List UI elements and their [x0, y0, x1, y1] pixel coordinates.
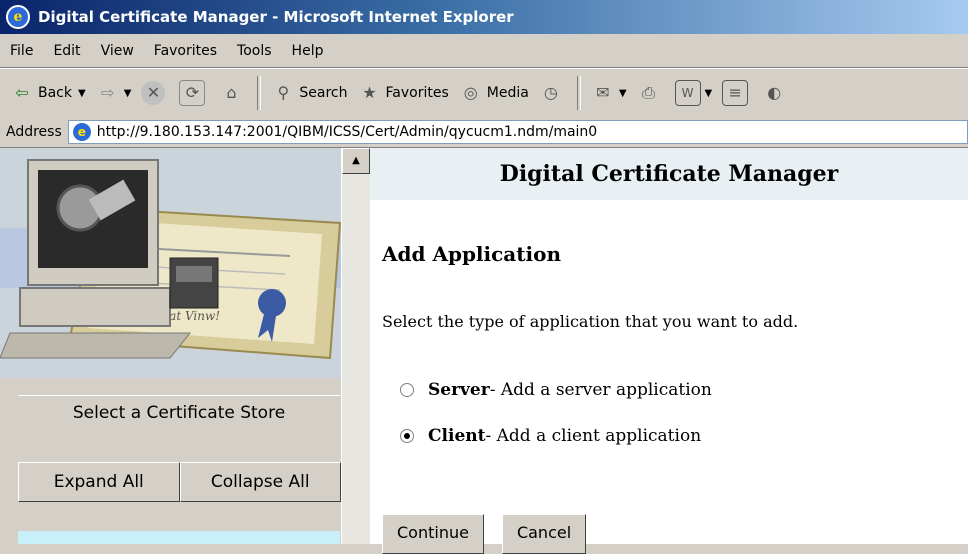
search-button[interactable]: ⚲ Search [271, 81, 348, 105]
continue-button[interactable]: Continue [382, 514, 484, 554]
menu-help[interactable]: Help [282, 43, 334, 59]
media-icon: ◎ [463, 83, 478, 102]
address-input[interactable]: e http://9.180.153.147:2001/QIBM/ICSS/Ce… [67, 120, 968, 144]
navigation-frame: Cat Vinw! Select a Certificate Store Exp… [0, 148, 342, 544]
form-actions: Continue Cancel [382, 514, 587, 554]
computer-certificate-image: Cat Vinw! [0, 148, 341, 378]
forward-dropdown-icon[interactable]: ▼ [124, 88, 132, 99]
stop-button[interactable]: ✕ [141, 81, 169, 105]
ie-icon: e [6, 5, 30, 29]
menu-view[interactable]: View [91, 43, 144, 59]
client-description: - Add a client application [485, 426, 702, 446]
forward-button[interactable]: ⇨ ▼ [96, 81, 132, 105]
search-label: Search [299, 85, 348, 101]
toolbar-separator [257, 76, 262, 110]
mail-button[interactable]: ✉ ▼ [591, 81, 627, 105]
back-button[interactable]: ⇦ Back ▼ [10, 81, 86, 105]
title-bar: e Digital Certificate Manager - Microsof… [0, 0, 968, 34]
document-icon: ≡ [722, 80, 749, 106]
back-label: Back [38, 85, 72, 101]
history-button[interactable]: ◷ [539, 81, 567, 105]
server-description: - Add a server application [489, 380, 712, 400]
page-header: Digital Certificate Manager [370, 148, 968, 200]
menu-file[interactable]: File [0, 43, 43, 59]
search-icon: ⚲ [277, 83, 290, 102]
tree-controls: Expand All Collapse All [18, 462, 341, 502]
menu-favorites[interactable]: Favorites [144, 43, 227, 59]
toolbar-separator [576, 76, 581, 110]
stop-icon: ✕ [141, 81, 166, 105]
edit-button[interactable]: W ▼ [674, 80, 713, 106]
instructions-text: Select the type of application that you … [382, 312, 799, 331]
address-bar: Address e http://9.180.153.147:2001/QIBM… [0, 117, 968, 148]
print-icon: ⎙ [642, 83, 655, 102]
cancel-button[interactable]: Cancel [501, 514, 587, 554]
mail-dropdown-icon[interactable]: ▼ [619, 88, 627, 99]
select-certificate-store-button[interactable]: Select a Certificate Store [18, 395, 340, 430]
print-button[interactable]: ⎙ [637, 81, 665, 105]
certificate-illustration: Cat Vinw! [0, 148, 341, 378]
collapse-all-button[interactable]: Collapse All [179, 462, 341, 502]
server-label: Server [428, 380, 490, 400]
nav-scrollbar[interactable]: ▲ [341, 148, 370, 544]
discuss-button[interactable]: ≡ [722, 80, 752, 106]
media-button[interactable]: ◎ Media [459, 81, 529, 105]
back-arrow-icon: ⇦ [15, 83, 29, 102]
refresh-button[interactable]: ⟳ [179, 80, 209, 106]
page-icon: e [72, 123, 91, 141]
messenger-icon: ◐ [767, 83, 782, 102]
task-tree[interactable] [18, 531, 340, 544]
word-icon: W [674, 80, 701, 106]
address-label: Address [6, 124, 62, 140]
media-label: Media [486, 85, 529, 101]
menu-edit[interactable]: Edit [43, 43, 90, 59]
expand-all-button[interactable]: Expand All [18, 462, 180, 502]
toolbar: ⇦ Back ▼ ⇨ ▼ ✕ ⟳ ⌂ ⚲ Search ★ Favorites … [0, 68, 968, 118]
favorites-label: Favorites [385, 85, 449, 101]
scroll-up-arrow-icon[interactable]: ▲ [342, 148, 370, 174]
home-button[interactable]: ⌂ [219, 81, 247, 105]
client-radio[interactable] [400, 429, 414, 443]
forward-arrow-icon: ⇨ [101, 83, 115, 102]
messenger-button[interactable]: ◐ [762, 81, 790, 105]
content-frame: Digital Certificate Manager Add Applicat… [370, 148, 968, 554]
edit-dropdown-icon[interactable]: ▼ [705, 88, 713, 99]
back-dropdown-icon[interactable]: ▼ [78, 88, 86, 99]
menu-bar: File Edit View Favorites Tools Help [0, 34, 968, 68]
refresh-icon: ⟳ [179, 80, 206, 106]
window-title: Digital Certificate Manager - Microsoft … [38, 8, 514, 26]
home-icon: ⌂ [226, 83, 237, 102]
favorites-button[interactable]: ★ Favorites [358, 81, 449, 105]
server-radio[interactable] [400, 383, 414, 397]
page-title: Add Application [382, 242, 561, 266]
address-url: http://9.180.153.147:2001/QIBM/ICSS/Cert… [96, 124, 598, 140]
client-label: Client [428, 426, 486, 446]
client-option[interactable]: Client - Add a client application [400, 426, 701, 446]
server-option[interactable]: Server - Add a server application [400, 380, 712, 400]
menu-tools[interactable]: Tools [227, 43, 282, 59]
history-icon: ◷ [543, 83, 558, 102]
mail-icon: ✉ [596, 83, 610, 102]
favorites-icon: ★ [362, 83, 377, 102]
